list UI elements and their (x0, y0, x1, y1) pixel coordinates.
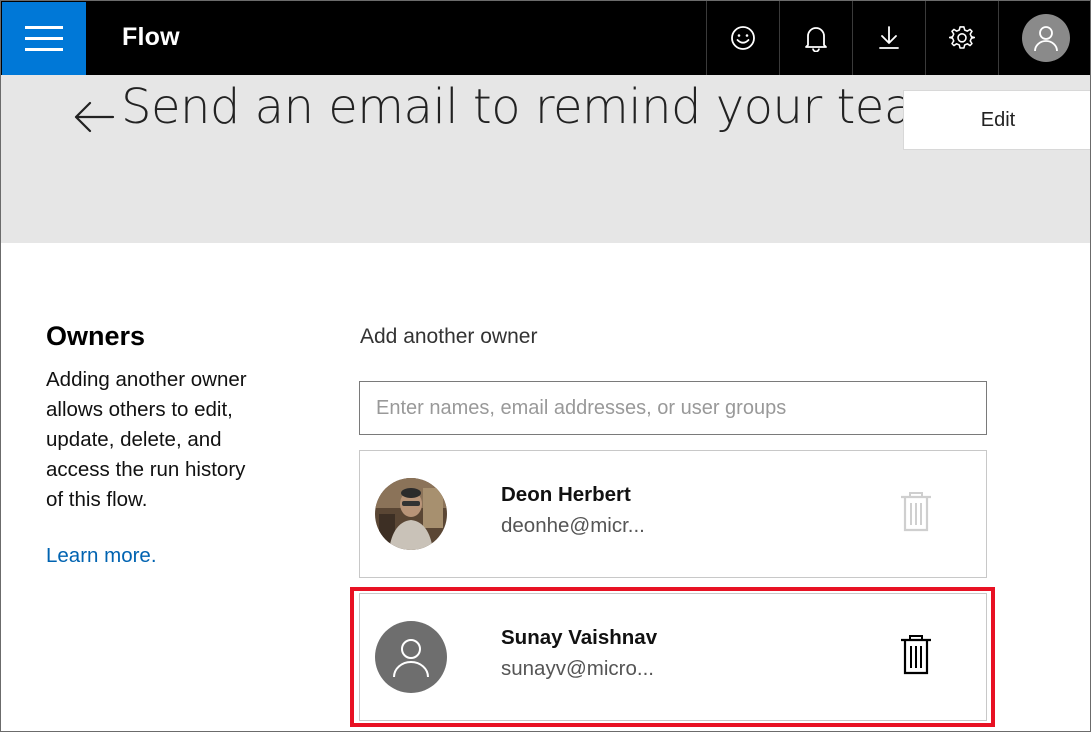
settings-button[interactable] (925, 1, 998, 75)
owners-heading: Owners (46, 321, 146, 351)
edit-button[interactable]: Edit (903, 90, 1090, 150)
back-arrow-icon (74, 101, 115, 133)
person-photo-icon (375, 478, 447, 550)
delete-owner-button[interactable] (898, 634, 934, 676)
owner-card: Sunay Vaishnav sunayv@micro... (359, 593, 987, 721)
topbar-actions (706, 1, 1090, 75)
add-owner-label: Add another owner (360, 325, 538, 348)
top-navigation-bar: Flow (1, 1, 1090, 75)
gear-icon (949, 26, 975, 49)
avatar (1021, 14, 1070, 62)
app-brand-title[interactable]: Flow (122, 23, 180, 52)
hamburger-menu-button[interactable] (2, 2, 86, 75)
delete-owner-button[interactable] (898, 491, 934, 533)
owner-email: deonhe@micr... (501, 514, 645, 537)
generic-person-icon (393, 639, 429, 678)
hamburger-icon-bar (25, 26, 63, 29)
user-account-button[interactable] (998, 1, 1090, 75)
back-button[interactable] (73, 99, 115, 135)
flow-header: Send an email to remind your tea... Edit (1, 75, 1090, 243)
trash-icon (901, 492, 931, 532)
owner-name: Deon Herbert (501, 483, 631, 506)
app-window: Flow Send an email to remind your tea...… (0, 0, 1091, 732)
page-title: Send an email to remind your tea... (121, 79, 958, 135)
trash-icon (901, 635, 931, 675)
owner-email: sunayv@micro... (501, 657, 654, 680)
download-button[interactable] (852, 1, 925, 75)
owners-description: Adding another owner allows others to ed… (46, 368, 247, 511)
hamburger-icon-bar (25, 37, 63, 40)
bell-icon (805, 27, 827, 52)
notifications-button[interactable] (779, 1, 852, 75)
smiley-icon (731, 26, 755, 50)
owner-photo-avatar (375, 478, 447, 550)
add-owner-search-input[interactable] (359, 381, 987, 435)
user-avatar-icon (1033, 26, 1058, 52)
feedback-button[interactable] (706, 1, 779, 75)
owner-generic-avatar (375, 621, 447, 693)
hamburger-icon-bar (25, 48, 63, 51)
learn-more-link[interactable]: Learn more. (46, 544, 157, 568)
owner-name: Sunay Vaishnav (501, 626, 658, 649)
download-icon (879, 26, 899, 49)
owner-card: Deon Herbert deonhe@micr... (359, 450, 987, 578)
